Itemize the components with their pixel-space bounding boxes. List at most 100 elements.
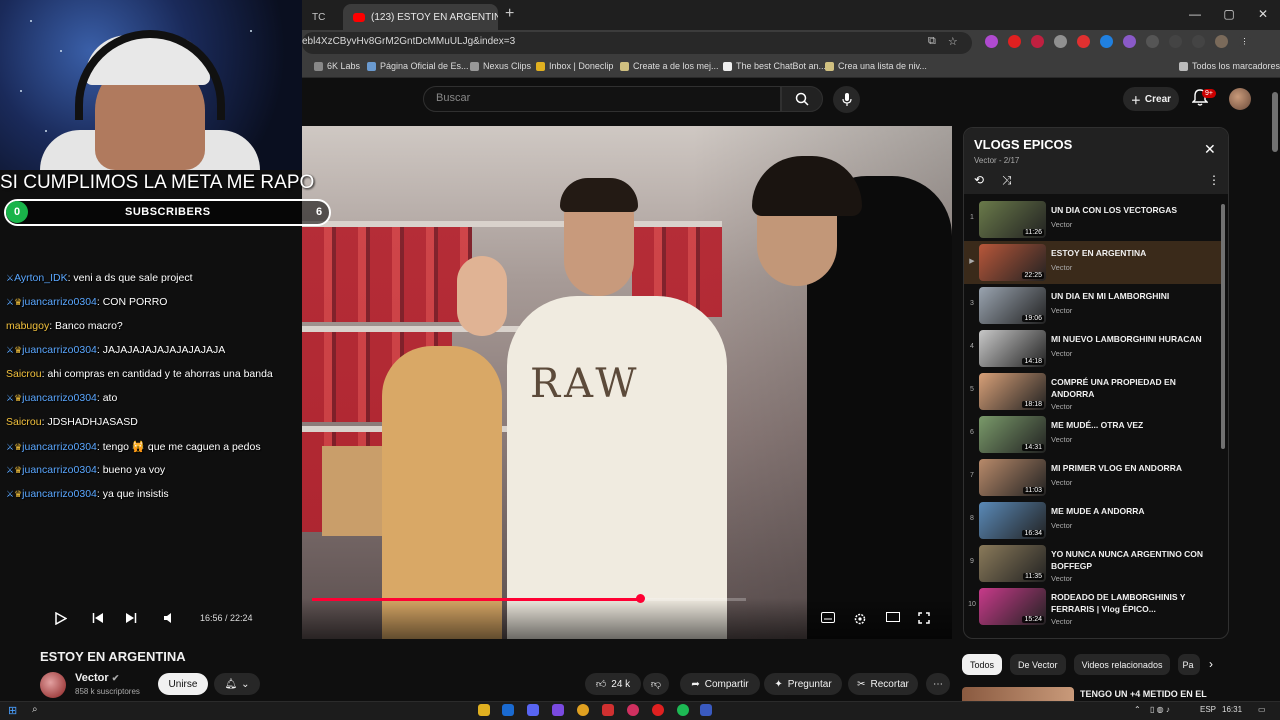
progress-scrubber[interactable] — [636, 594, 645, 603]
playlist-item-title[interactable]: YO NUNCA NUNCA ARGENTINO CON BOFFEGP — [1051, 548, 1221, 572]
profile-icon[interactable] — [1215, 35, 1228, 48]
tray-chevron-icon[interactable]: ⌃ — [1134, 705, 1141, 714]
file-explorer-icon[interactable] — [478, 704, 490, 716]
discord-icon[interactable] — [527, 704, 539, 716]
chip-related[interactable]: Videos relacionados — [1073, 654, 1171, 675]
extension-icon[interactable] — [1031, 35, 1044, 48]
playlist-item-thumbnail[interactable]: 16:34 — [979, 502, 1046, 539]
recommended-thumbnail[interactable] — [962, 687, 1074, 701]
bookmark-item[interactable]: Nexus Clips — [470, 61, 531, 71]
extension-icon[interactable] — [1146, 35, 1159, 48]
bookmark-item[interactable]: Crea una lista de niv... — [825, 61, 927, 71]
extension-icon[interactable] — [1054, 35, 1067, 48]
video-player[interactable]: RAW — [302, 126, 952, 639]
play-icon[interactable] — [55, 611, 68, 628]
extension-icon[interactable] — [985, 35, 998, 48]
playlist-item-thumbnail[interactable]: 14:31 — [979, 416, 1046, 453]
bookmark-item[interactable]: Página Oficial de Es... — [367, 61, 469, 71]
tray-icons[interactable]: ▯ ◍ ♪ — [1150, 705, 1170, 714]
search-icon[interactable]: ⌕ — [32, 704, 44, 716]
extension-icon[interactable] — [1077, 35, 1090, 48]
twitch-icon[interactable] — [552, 704, 564, 716]
fullscreen-icon[interactable] — [918, 612, 930, 627]
new-tab-icon[interactable]: + — [505, 5, 514, 23]
app-icon[interactable] — [700, 704, 712, 716]
channel-name[interactable]: Vector ✔ — [75, 672, 119, 684]
playlist-item-thumbnail[interactable]: 22:25 — [979, 244, 1046, 281]
tab-previous[interactable]: TC — [302, 4, 342, 30]
search-input[interactable]: Buscar — [423, 86, 781, 112]
playlist-item[interactable]: 7 11:03 MI PRIMER VLOG EN ANDORRA Vector — [964, 456, 1221, 499]
chrome-icon[interactable] — [577, 704, 589, 716]
volume-icon[interactable] — [163, 612, 176, 627]
puzzle-extensions-icon[interactable] — [1169, 35, 1182, 48]
subscription-bell-button[interactable]: 🔔︎ ⌄ — [214, 673, 260, 695]
bookmark-item[interactable]: The best ChatBot an... — [723, 61, 826, 71]
playlist-item-title[interactable]: ME MUDÉ... OTRA VEZ — [1051, 419, 1221, 431]
language-indicator[interactable]: ESP — [1200, 705, 1216, 714]
settings-gear-icon[interactable] — [853, 612, 867, 629]
playlist-item-title[interactable]: UN DIA CON LOS VECTORGAS — [1051, 204, 1221, 216]
more-vertical-icon[interactable]: ⋮ — [1208, 173, 1220, 187]
windows-start-icon[interactable]: ⊞ — [8, 704, 20, 717]
next-icon[interactable] — [125, 612, 137, 627]
spotify-icon[interactable] — [677, 704, 689, 716]
dislike-button[interactable]: 👎︎ — [643, 673, 669, 695]
playlist-item-title[interactable]: ME MUDE A ANDORRA — [1051, 505, 1221, 517]
clock[interactable]: 16:31 — [1222, 705, 1242, 714]
minimize-icon[interactable]: — — [1178, 0, 1212, 28]
like-button[interactable]: 👍︎ 24 k — [585, 673, 641, 695]
join-button[interactable]: Unirse — [158, 673, 208, 695]
url-text[interactable]: ebl4XzCByvHv8GrM2GntDcMMuULJg&index=3 — [302, 36, 515, 47]
playlist-item[interactable]: ▶ 22:25 ESTOY EN ARGENTINA Vector — [964, 241, 1221, 284]
playlist-item[interactable]: 8 16:34 ME MUDE A ANDORRA Vector — [964, 499, 1221, 542]
create-button[interactable]: ＋ Crear — [1123, 87, 1179, 111]
bookmark-item[interactable]: Inbox | Doneclip — [536, 61, 613, 71]
playlist-item[interactable]: 3 19:06 UN DIA EN MI LAMBORGHINI Vector — [964, 284, 1221, 327]
install-app-icon[interactable]: ⧉ — [928, 35, 936, 48]
bookmark-item[interactable]: Create a de los mej... — [620, 61, 719, 71]
playlist-item-title[interactable]: UN DIA EN MI LAMBORGHINI — [1051, 290, 1221, 302]
playlist-item-title[interactable]: COMPRÉ UNA PROPIEDAD EN ANDORRA — [1051, 376, 1221, 400]
playlist-scrollbar[interactable] — [1221, 204, 1225, 449]
shuffle-icon[interactable]: ⤨ — [1002, 173, 1012, 188]
app-icon[interactable] — [602, 704, 614, 716]
tab-current[interactable]: (123) ESTOY EN ARGENTINA - ✕ — [343, 4, 498, 30]
maximize-icon[interactable]: ▢ — [1212, 0, 1246, 28]
bookmark-star-icon[interactable]: ☆ — [948, 35, 958, 48]
voice-search-button[interactable] — [833, 86, 860, 113]
app-icon[interactable] — [652, 704, 664, 716]
playlist-item[interactable]: 4 14:18 MI NUEVO LAMBORGHINI HURACAN Vector — [964, 327, 1221, 370]
loop-icon[interactable]: ⟲ — [974, 173, 984, 187]
playlist-item[interactable]: 1 11:26 UN DIA CON LOS VECTORGAS Vector — [964, 198, 1221, 241]
subtitles-icon[interactable] — [821, 612, 835, 626]
chevron-right-icon[interactable]: › — [1209, 657, 1213, 671]
playlist-item[interactable]: 5 18:18 COMPRÉ UNA PROPIEDAD EN ANDORRA Vec… — [964, 370, 1221, 413]
user-avatar[interactable] — [1229, 88, 1251, 110]
playlist-item[interactable]: 9 11:35 YO NUNCA NUNCA ARGENTINO CON BOFFE… — [964, 542, 1221, 585]
recommended-title[interactable]: TENGO UN +4 METIDO EN EL — [1080, 689, 1207, 699]
page-scrollbar[interactable] — [1272, 92, 1278, 152]
bookmark-item[interactable]: 6K Labs — [314, 61, 360, 71]
playlist-item-thumbnail[interactable]: 11:35 — [979, 545, 1046, 582]
extension-icon[interactable] — [1123, 35, 1136, 48]
all-bookmarks-folder[interactable]: Todos los marcadores — [1179, 61, 1280, 71]
theater-mode-icon[interactable] — [886, 612, 900, 625]
share-button[interactable]: ➦ Compartir — [680, 673, 760, 695]
extension-icon[interactable] — [1100, 35, 1113, 48]
clip-button[interactable]: ✂ Recortar — [848, 673, 918, 695]
playlist-item-title[interactable]: RODEADO DE LAMBORGHINIS Y FERRARIS | Vlo… — [1051, 591, 1221, 615]
playlist-item-title[interactable]: ESTOY EN ARGENTINA — [1051, 247, 1221, 259]
playlist-item-thumbnail[interactable]: 19:06 — [979, 287, 1046, 324]
chip-all[interactable]: Todos — [962, 654, 1003, 675]
reading-list-icon[interactable] — [1192, 35, 1205, 48]
notification-center-icon[interactable]: ▭ — [1258, 705, 1266, 714]
steam-icon[interactable] — [502, 704, 514, 716]
previous-icon[interactable] — [92, 612, 104, 627]
playlist-title[interactable]: VLOGS EPICOS — [974, 137, 1072, 152]
playlist-item-thumbnail[interactable]: 15:24 — [979, 588, 1046, 625]
playlist-item-thumbnail[interactable]: 18:18 — [979, 373, 1046, 410]
close-icon[interactable]: ✕ — [1204, 141, 1216, 158]
chip-more[interactable]: Pa — [1178, 654, 1201, 675]
playlist-item-thumbnail[interactable]: 14:18 — [979, 330, 1046, 367]
